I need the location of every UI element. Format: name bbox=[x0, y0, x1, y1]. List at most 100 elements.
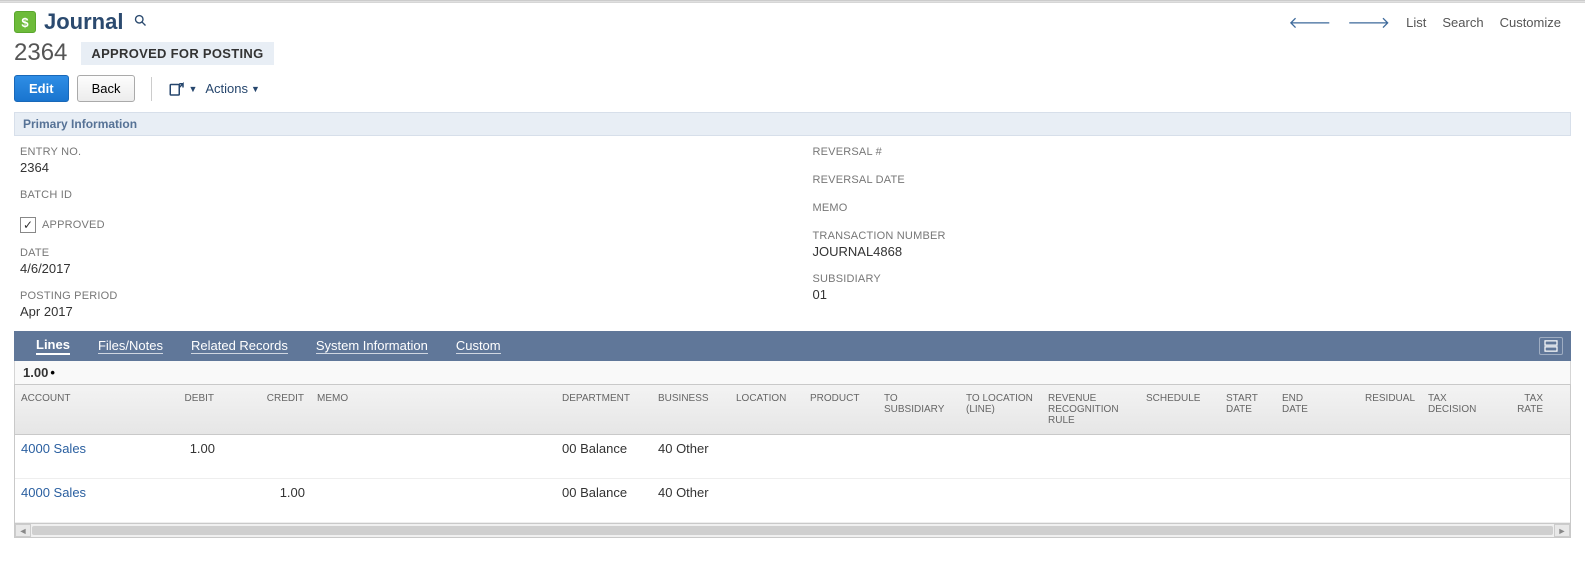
page-title: Journal bbox=[44, 9, 123, 35]
col-to-location-line[interactable]: TO LOCATION (LINE) bbox=[960, 385, 1042, 434]
actions-label: Actions bbox=[205, 81, 248, 96]
col-location[interactable]: LOCATION bbox=[730, 385, 804, 434]
cell-to-location-line bbox=[960, 479, 1042, 522]
journal-app-icon: $ bbox=[14, 11, 36, 33]
lines-total-row: 1.00• bbox=[14, 361, 1571, 384]
cell-end-date bbox=[1276, 479, 1332, 522]
scroll-left-arrow-icon[interactable]: ◄ bbox=[15, 524, 31, 537]
field-label: POSTING PERIOD bbox=[20, 290, 773, 302]
cell-start-date bbox=[1220, 435, 1276, 478]
approved-checkbox[interactable]: ✓ bbox=[20, 217, 36, 233]
button-divider bbox=[151, 77, 152, 101]
cell-memo bbox=[311, 435, 556, 478]
search-icon[interactable] bbox=[133, 13, 148, 32]
fields-right-column: REVERSAL # REVERSAL DATE MEMO TRANSACTIO… bbox=[813, 146, 1566, 319]
action-button-row: Edit Back ▼ Actions ▼ bbox=[0, 75, 1585, 112]
cell-department: 00 Balance bbox=[556, 479, 652, 522]
cell-tax-decision bbox=[1422, 435, 1494, 478]
col-account[interactable]: ACCOUNT bbox=[15, 385, 125, 434]
cell-tax-rate bbox=[1494, 435, 1550, 478]
tab-lines[interactable]: Lines bbox=[22, 331, 84, 361]
cell-end-date bbox=[1276, 435, 1332, 478]
cell-revenue-recognition-rule bbox=[1042, 479, 1140, 522]
cell-debit: 1.00 bbox=[125, 435, 221, 478]
col-department[interactable]: DEPARTMENT bbox=[556, 385, 652, 434]
cell-debit bbox=[125, 479, 221, 522]
field-reversal-date: REVERSAL DATE bbox=[813, 174, 1566, 188]
horizontal-scrollbar[interactable]: ◄ ► bbox=[14, 524, 1571, 538]
field-memo: MEMO bbox=[813, 202, 1566, 216]
list-link[interactable]: List bbox=[1406, 15, 1426, 30]
lines-total-value: 1.00 bbox=[23, 365, 48, 380]
col-revenue-recognition-rule[interactable]: REVENUE RECOGNITION RULE bbox=[1042, 385, 1140, 434]
cell-start-date bbox=[1220, 479, 1276, 522]
col-schedule[interactable]: SCHEDULE bbox=[1140, 385, 1220, 434]
subtab-strip: Lines Files/Notes Related Records System… bbox=[14, 331, 1571, 361]
field-value: 2364 bbox=[20, 160, 773, 175]
col-credit[interactable]: CREDIT bbox=[221, 385, 311, 434]
cell-location bbox=[730, 435, 804, 478]
col-start-date[interactable]: START DATE bbox=[1220, 385, 1276, 434]
col-memo[interactable]: MEMO bbox=[311, 385, 556, 434]
field-date: DATE 4/6/2017 bbox=[20, 247, 773, 276]
cell-to-subsidiary bbox=[878, 479, 960, 522]
field-label: SUBSIDIARY bbox=[813, 273, 1566, 285]
field-label: REVERSAL # bbox=[813, 146, 1566, 158]
cell-tax-decision bbox=[1422, 479, 1494, 522]
chevron-down-icon: ▼ bbox=[188, 84, 197, 94]
primary-information-section-header: Primary Information bbox=[14, 112, 1571, 136]
field-batch-id: BATCH ID bbox=[20, 189, 773, 203]
field-approved: ✓ APPROVED bbox=[20, 217, 773, 233]
table-row[interactable]: 4000 Sales 1.00 00 Balance 40 Other bbox=[15, 479, 1570, 523]
cell-to-subsidiary bbox=[878, 435, 960, 478]
field-value: JOURNAL4868 bbox=[813, 244, 1566, 259]
field-label: APPROVED bbox=[42, 219, 105, 231]
cell-product bbox=[804, 435, 878, 478]
actions-dropdown[interactable]: Actions ▼ bbox=[205, 81, 260, 96]
back-arrow-icon[interactable]: 🡐 bbox=[1288, 12, 1331, 33]
cell-residual bbox=[1332, 435, 1422, 478]
back-button[interactable]: Back bbox=[77, 75, 136, 102]
field-label: BATCH ID bbox=[20, 189, 773, 201]
forward-arrow-icon[interactable]: 🡒 bbox=[1347, 12, 1390, 33]
field-transaction-number: TRANSACTION NUMBER JOURNAL4868 bbox=[813, 230, 1566, 259]
tab-related-records[interactable]: Related Records bbox=[177, 331, 302, 361]
cell-business: 40 Other bbox=[652, 435, 730, 478]
field-label: DATE bbox=[20, 247, 773, 259]
tab-files-notes[interactable]: Files/Notes bbox=[84, 331, 177, 361]
field-label: REVERSAL DATE bbox=[813, 174, 1566, 186]
shortcut-menu-icon[interactable]: ▼ bbox=[168, 80, 197, 98]
col-product[interactable]: PRODUCT bbox=[804, 385, 878, 434]
cell-department: 00 Balance bbox=[556, 435, 652, 478]
tab-custom[interactable]: Custom bbox=[442, 331, 515, 361]
fields-area: ENTRY NO. 2364 BATCH ID ✓ APPROVED DATE … bbox=[0, 136, 1585, 331]
col-tax-decision[interactable]: TAX DECISION bbox=[1422, 385, 1494, 434]
col-tax-rate[interactable]: TAX RATE bbox=[1494, 385, 1550, 434]
col-business[interactable]: BUSINESS bbox=[652, 385, 730, 434]
scroll-right-arrow-icon[interactable]: ► bbox=[1554, 524, 1570, 537]
field-subsidiary: SUBSIDIARY 01 bbox=[813, 273, 1566, 302]
cell-revenue-recognition-rule bbox=[1042, 435, 1140, 478]
lines-grid: ACCOUNT DEBIT CREDIT MEMO DEPARTMENT BUS… bbox=[14, 384, 1571, 524]
col-debit[interactable]: DEBIT bbox=[125, 385, 221, 434]
field-value: 4/6/2017 bbox=[20, 261, 773, 276]
field-label: TRANSACTION NUMBER bbox=[813, 230, 1566, 242]
tab-system-information[interactable]: System Information bbox=[302, 331, 442, 361]
table-row[interactable]: 4000 Sales 1.00 00 Balance 40 Other bbox=[15, 435, 1570, 479]
col-residual[interactable]: RESIDUAL bbox=[1332, 385, 1422, 434]
field-value: 01 bbox=[813, 287, 1566, 302]
field-posting-period: POSTING PERIOD Apr 2017 bbox=[20, 290, 773, 319]
scroll-thumb[interactable] bbox=[32, 526, 1553, 535]
dot-icon: • bbox=[50, 365, 55, 380]
tab-layout-toggle-icon[interactable] bbox=[1539, 337, 1563, 355]
col-end-date[interactable]: END DATE bbox=[1276, 385, 1332, 434]
edit-button[interactable]: Edit bbox=[14, 75, 69, 102]
cell-account[interactable]: 4000 Sales bbox=[15, 479, 125, 522]
customize-link[interactable]: Customize bbox=[1500, 15, 1561, 30]
status-badge: APPROVED FOR POSTING bbox=[81, 42, 273, 65]
search-link[interactable]: Search bbox=[1442, 15, 1483, 30]
field-entry-no: ENTRY NO. 2364 bbox=[20, 146, 773, 175]
cell-product bbox=[804, 479, 878, 522]
col-to-subsidiary[interactable]: TO SUBSIDIARY bbox=[878, 385, 960, 434]
cell-account[interactable]: 4000 Sales bbox=[15, 435, 125, 478]
